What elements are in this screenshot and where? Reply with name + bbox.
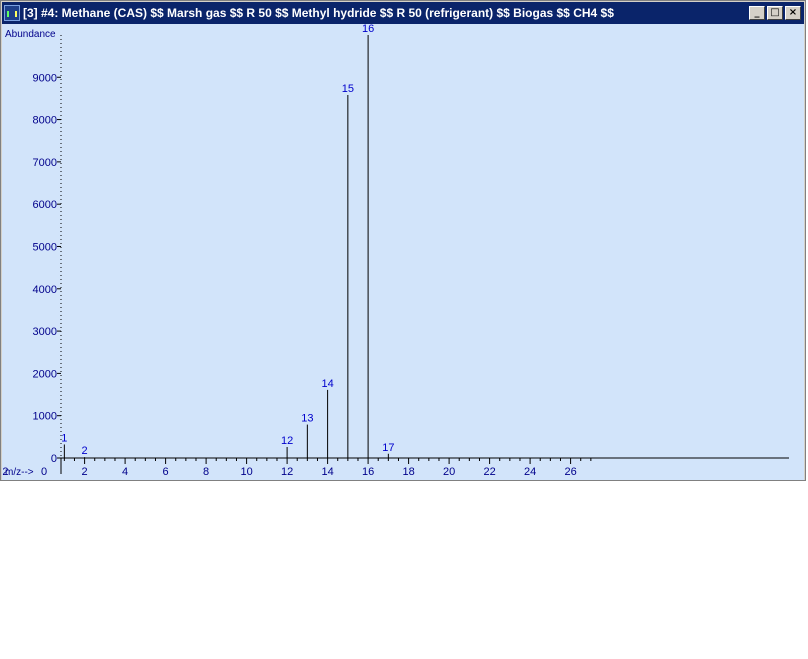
x-tick-label: 24: [524, 466, 536, 478]
window-controls: _ □ ×: [749, 6, 801, 20]
y-tick-label: 1000: [33, 411, 57, 423]
x-tick-label: 18: [402, 466, 414, 478]
y-tick-label: 6000: [33, 199, 57, 211]
x-tick-label: 26: [564, 466, 576, 478]
x-tick-label: 2: [82, 466, 88, 478]
spectrum-app-icon[interactable]: [4, 5, 20, 21]
x-tick-label: 22: [483, 466, 495, 478]
minimize-button[interactable]: _: [749, 6, 765, 20]
x-tick-label: -2: [2, 466, 8, 478]
plot-area[interactable]: Abundance m/z--> 0 1000 2000 3000 4000 5000 60…: [2, 24, 804, 480]
x-tick-label: 10: [240, 466, 252, 478]
x-tick-label: 4: [122, 466, 128, 478]
peak-label: 15: [342, 83, 354, 95]
y-tick-label: 7000: [33, 157, 57, 169]
y-tick-label: 4000: [33, 284, 57, 296]
x-tick-label: 20: [443, 466, 455, 478]
y-tick-label: 2000: [33, 368, 57, 380]
spectrum-window: [3] #4: Methane (CAS) $$ Marsh gas $$ R …: [0, 0, 806, 481]
title-bar[interactable]: [3] #4: Methane (CAS) $$ Marsh gas $$ R …: [2, 2, 804, 24]
peak-label: 1: [61, 432, 67, 444]
close-button[interactable]: ×: [785, 6, 801, 20]
y-tick-label: 0: [51, 453, 57, 465]
peak-label: 17: [382, 442, 394, 454]
peak-label: 13: [301, 413, 313, 425]
x-tick-label: 12: [281, 466, 293, 478]
x-tick-label: 0: [41, 466, 47, 478]
window-title: [3] #4: Methane (CAS) $$ Marsh gas $$ R …: [23, 6, 614, 20]
peak-label: 12: [281, 435, 293, 447]
y-axis-label: Abundance: [5, 29, 56, 40]
x-tick-label: 14: [321, 466, 333, 478]
y-tick-label: 3000: [33, 326, 57, 338]
y-tick-label: 8000: [33, 115, 57, 127]
y-tick-label: 9000: [33, 72, 57, 84]
mass-spectrum-chart: Abundance m/z--> 01000200030004000500060…: [2, 24, 789, 478]
peak-label: 14: [321, 378, 333, 390]
x-tick-label: 8: [203, 466, 209, 478]
y-tick-label: 5000: [33, 241, 57, 253]
maximize-button[interactable]: □: [767, 6, 783, 20]
x-tick-label: 6: [163, 466, 169, 478]
peak-label: 2: [82, 445, 88, 457]
x-tick-label: 16: [362, 466, 374, 478]
x-axis-label: m/z-->: [5, 467, 34, 478]
peak-label: 16: [362, 24, 374, 35]
